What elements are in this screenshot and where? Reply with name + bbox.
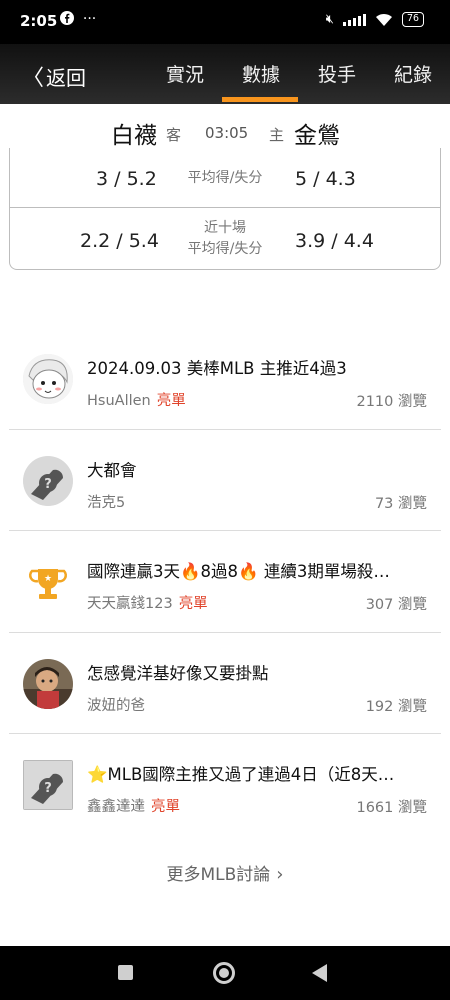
svg-text:?: ?	[44, 477, 52, 492]
list-item[interactable]: ? 大都會 浩克5 73 瀏覽	[9, 430, 441, 531]
active-tab-indicator	[222, 97, 298, 102]
list-item[interactable]: 怎感覺洋基好像又要掛點 波妞的爸 192 瀏覽	[9, 633, 441, 734]
list-item[interactable]: 2024.09.03 美棒MLB 主推近4過3 HsuAllen 亮單 2110 …	[9, 328, 441, 430]
top-navigation: 〈 返回 實況 數據 投手 紀錄	[0, 44, 450, 104]
post-author: 天天贏錢123 亮單	[87, 592, 208, 613]
home-button[interactable]	[213, 962, 235, 984]
back-button[interactable]: 〈 返回	[22, 60, 86, 92]
post-title: 怎感覺洋基好像又要掛點	[87, 663, 269, 683]
default-avatar-icon: ?	[23, 760, 73, 810]
avatar: ★	[23, 557, 73, 607]
mute-icon: 🔇︎	[325, 12, 334, 27]
post-title: 大都會	[87, 460, 137, 480]
view-count: 2110 瀏覽	[356, 394, 427, 410]
more-discussions-label: 更多MLB討論	[166, 865, 271, 885]
hot-badge: 亮單	[151, 799, 180, 815]
post-title: 國際連贏3天🔥8過8🔥 連續3期單場殺…	[87, 562, 390, 581]
system-icons: 🔇︎ 76	[326, 12, 424, 27]
signal-icon	[342, 13, 366, 26]
author-name: 波妞的爸	[87, 697, 145, 714]
battery-icon: 76	[401, 12, 424, 27]
stats-row-average: 3 / 5.2 平均得/失分 5 / 4.3	[10, 148, 440, 208]
photo-avatar-icon	[23, 658, 73, 709]
home-average-score: 5 / 4.3	[295, 168, 356, 190]
discussion-list: 2024.09.03 美棒MLB 主推近4過3 HsuAllen 亮單 2110 …	[9, 328, 441, 836]
back-label: 返回	[46, 65, 87, 90]
post-author: HsuAllen 亮單	[87, 389, 186, 410]
wifi-icon	[375, 13, 392, 26]
home-tag: 主	[269, 126, 285, 144]
more-notifications-icon: ···	[78, 11, 97, 27]
tab-pitchers[interactable]: 投手	[318, 60, 356, 87]
stats-label-line1: 近十場	[204, 220, 246, 236]
chevron-left-icon: 〈	[22, 66, 45, 91]
view-count: 73 瀏覽	[374, 495, 427, 512]
svg-text:★: ★	[44, 574, 52, 584]
post-title: 2024.09.03 美棒MLB 主推近4過3	[87, 359, 347, 378]
post-title: ⭐MLB國際主推又過了連過4日（近8天…	[87, 765, 395, 784]
view-count: 192 瀏覽	[365, 698, 427, 715]
tab-live[interactable]: 實況	[166, 60, 204, 87]
avatar: ?	[23, 760, 73, 810]
list-item[interactable]: ? ⭐MLB國際主推又過了連過4日（近8天… 鑫鑫達達 亮單 1661 瀏覽	[9, 734, 441, 836]
status-time: 2:05	[20, 12, 58, 30]
post-author: 波妞的爸	[87, 694, 151, 715]
status-bar: 2:05 ··· 🔇︎ 76	[0, 0, 450, 44]
avatar	[23, 658, 73, 709]
list-item[interactable]: ★ 國際連贏3天🔥8過8🔥 連續3期單場殺… 天天贏錢123 亮單 307 瀏覽	[9, 531, 441, 633]
author-name: 鑫鑫達達	[87, 799, 145, 815]
stats-row-last-ten: 2.2 / 5.4 近十場 平均得/失分 3.9 / 4.4	[10, 208, 440, 270]
stats-row-label: 平均得/失分	[160, 168, 290, 189]
stats-label-line2: 平均得/失分	[187, 241, 263, 257]
view-count: 1661 瀏覽	[356, 800, 427, 816]
hot-badge: 亮單	[156, 393, 186, 409]
away-last-ten-score: 2.2 / 5.4	[80, 230, 159, 252]
facebook-icon	[60, 11, 74, 25]
away-average-score: 3 / 5.2	[96, 168, 157, 190]
author-name: 天天贏錢123	[87, 596, 173, 612]
stats-label-line1: 平均得/失分	[187, 170, 263, 186]
system-navigation-bar	[0, 946, 450, 1000]
more-discussions-link[interactable]: 更多MLB討論 ›	[0, 860, 450, 885]
view-count: 307 瀏覽	[365, 597, 427, 613]
away-team-name: 白襪	[111, 123, 157, 149]
hot-badge: 亮單	[178, 596, 208, 612]
recent-apps-button[interactable]	[118, 965, 133, 980]
avatar: ?	[23, 455, 73, 506]
anime-avatar-icon	[23, 354, 73, 404]
default-avatar-icon: ?	[23, 455, 73, 506]
chevron-right-icon: ›	[276, 864, 284, 885]
match-time: 03:05	[205, 124, 249, 142]
author-name: HsuAllen	[87, 393, 151, 409]
stats-table: 3 / 5.2 平均得/失分 5 / 4.3 2.2 / 5.4 近十場 平均得…	[9, 148, 441, 270]
post-author: 浩克5	[87, 491, 131, 512]
avatar	[23, 354, 73, 404]
author-name: 浩克5	[87, 494, 126, 511]
svg-text:?: ?	[44, 781, 52, 796]
away-tag: 客	[166, 126, 182, 144]
tab-records[interactable]: 紀錄	[394, 60, 432, 87]
stats-row-label: 近十場 平均得/失分	[160, 218, 290, 260]
notification-icons: ···	[60, 11, 96, 27]
trophy-icon: ★	[29, 569, 67, 599]
post-author: 鑫鑫達達 亮單	[87, 795, 180, 816]
home-last-ten-score: 3.9 / 4.4	[295, 230, 374, 252]
home-team-name: 金鶯	[294, 123, 340, 149]
tab-stats[interactable]: 數據	[242, 60, 280, 87]
system-back-button[interactable]	[312, 964, 327, 982]
